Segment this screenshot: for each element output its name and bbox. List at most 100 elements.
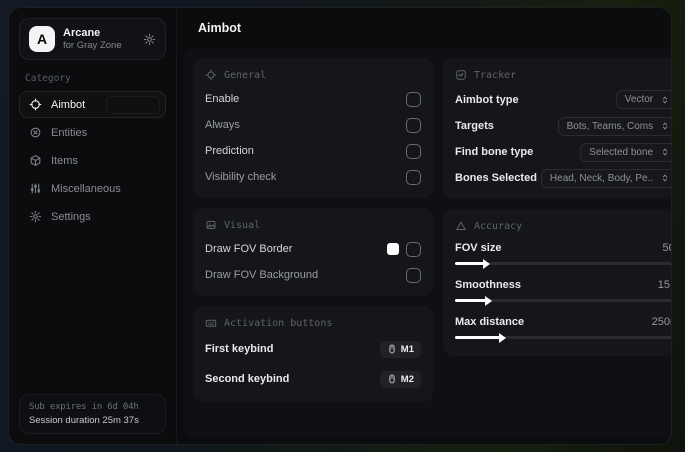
category-label: Category: [25, 73, 71, 84]
general-card: General Enable Always Prediction Visibil…: [193, 58, 433, 198]
tracker-card-header: Tracker: [455, 69, 671, 81]
sidebar-item-settings[interactable]: Settings: [19, 203, 166, 230]
keybind-value: M1: [400, 343, 414, 355]
visual-card: Visual Draw FOV Border Draw FOV Backgrou…: [193, 208, 433, 296]
enable-checkbox[interactable]: [406, 91, 421, 107]
find-bone-type-dropdown[interactable]: Selected bone: [580, 142, 671, 162]
setting-row-prediction: Prediction: [205, 138, 421, 164]
max-distance-setting: Max distance 250m: [455, 311, 671, 343]
targets-dropdown[interactable]: Bots, Teams, Coms: [557, 116, 671, 136]
keyboard-icon: [205, 317, 217, 329]
sort-arrows-icon: [660, 147, 670, 157]
triangle-icon: [455, 220, 467, 232]
setting-row-find-bone-type: Find bone type Selected bone: [455, 139, 671, 165]
slider-fill[interactable]: [455, 332, 506, 343]
setting-row-visibility-check: Visibility check: [205, 164, 421, 190]
right-column: Tracker Aimbot type Vector Targets Bots,…: [443, 58, 671, 356]
crosshair-icon: [29, 98, 42, 111]
smoothness-setting: Smoothness 15.0: [455, 274, 671, 306]
gear-icon[interactable]: [143, 33, 156, 46]
sliders-icon: [29, 182, 42, 195]
sidebar-item-label: Settings: [51, 210, 91, 223]
tracker-card: Tracker Aimbot type Vector Targets Bots,…: [443, 58, 671, 199]
activation-card-header: Activation buttons: [205, 317, 421, 329]
setting-row-draw-fov-background: Draw FOV Background: [205, 262, 421, 288]
setting-label: Targets: [455, 120, 494, 132]
dropdown-value: Vector: [624, 94, 654, 105]
first-keybind-button[interactable]: M1: [379, 340, 421, 358]
sidebar-item-label: Miscellaneous: [51, 182, 121, 195]
dropdown-value: Bots, Teams, Coms: [566, 120, 654, 132]
sidebar-item-entities[interactable]: Entities: [19, 119, 166, 146]
always-checkbox[interactable]: [406, 117, 421, 133]
setting-label: Always: [205, 119, 240, 131]
card-title: Accuracy: [474, 220, 523, 232]
sidebar-item-miscellaneous[interactable]: Miscellaneous: [19, 175, 166, 202]
aimbot-type-dropdown[interactable]: Vector: [615, 90, 671, 109]
card-title: Visual: [224, 219, 261, 231]
setting-row-targets: Targets Bots, Teams, Coms: [455, 113, 671, 139]
desktop-background: { "window": { "title": "Aimbot" }, "bran…: [0, 0, 685, 452]
setting-label: Visibility check: [205, 171, 277, 183]
slider-value: 250m: [651, 315, 671, 328]
setting-row-aimbot-type: Aimbot type Vector: [455, 86, 671, 113]
setting-label: Second keybind: [205, 373, 290, 385]
slider-fill[interactable]: [455, 295, 493, 306]
dropdown-value: Head, Neck, Body, Pe..: [549, 172, 654, 184]
sub-expires-text: Sub expires in 6d 04h: [29, 402, 139, 412]
setting-label: Find bone type: [455, 146, 534, 158]
setting-row-first-keybind: First keybind M1: [205, 334, 421, 364]
draw-fov-background-checkbox[interactable]: [406, 267, 421, 283]
setting-label: Draw FOV Background: [205, 269, 319, 281]
accuracy-card: Accuracy FOV size 50° Smoothness: [443, 209, 671, 356]
setting-label: Prediction: [205, 145, 254, 157]
prediction-checkbox[interactable]: [406, 143, 421, 159]
sort-arrows-icon: [660, 121, 670, 131]
setting-row-always: Always: [205, 112, 421, 138]
max-distance-slider[interactable]: [455, 332, 671, 343]
sidebar-item-aimbot[interactable]: Aimbot: [19, 91, 166, 118]
visual-card-header: Visual: [205, 219, 421, 231]
setting-label: Aimbot type: [455, 93, 519, 106]
sort-arrows-icon: [660, 173, 670, 183]
sidebar-item-items[interactable]: Items: [19, 147, 166, 174]
visibility-check-checkbox[interactable]: [406, 169, 421, 185]
entities-icon: [29, 126, 42, 139]
setting-label: First keybind: [205, 343, 274, 355]
image-icon: [205, 219, 217, 231]
app-window: A Arcane for Gray Zone Category Aimbot E…: [8, 7, 672, 445]
second-keybind-button[interactable]: M2: [379, 370, 421, 388]
fov-border-color-swatch[interactable]: [387, 243, 399, 255]
card-title: Tracker: [474, 69, 517, 81]
setting-label: Enable: [205, 93, 240, 105]
activity-icon: [455, 69, 467, 81]
setting-row-bones-selected: Bones Selected Head, Neck, Body, Pe..: [455, 165, 671, 191]
setting-label: Max distance: [455, 315, 525, 328]
brand-name: Arcane: [63, 27, 101, 39]
fov-size-slider[interactable]: [455, 258, 671, 269]
general-card-header: General: [205, 69, 421, 81]
bones-selected-dropdown[interactable]: Head, Neck, Body, Pe..: [540, 168, 671, 188]
dropdown-value: Selected bone: [589, 146, 654, 158]
package-icon: [29, 154, 42, 167]
smoothness-slider[interactable]: [455, 295, 671, 306]
mouse-icon: [387, 344, 397, 354]
accuracy-card-header: Accuracy: [455, 220, 671, 232]
sidebar: A Arcane for Gray Zone Category Aimbot E…: [9, 8, 177, 444]
brand-text: Arcane for Gray Zone: [63, 27, 122, 51]
main-area: Aimbot General Enable Always Prediction …: [177, 8, 671, 444]
crosshair-icon: [205, 69, 217, 81]
fov-size-setting: FOV size 50°: [455, 237, 671, 269]
content-panel: General Enable Always Prediction Visibil…: [183, 48, 671, 438]
draw-fov-border-checkbox[interactable]: [406, 241, 421, 257]
activation-buttons-card: Activation buttons First keybind M1 Seco…: [193, 306, 433, 402]
card-title: General: [224, 69, 267, 81]
main-header: Aimbot: [177, 8, 671, 48]
slider-fill[interactable]: [455, 258, 491, 269]
setting-row-draw-fov-border: Draw FOV Border: [205, 236, 421, 262]
card-title: Activation buttons: [224, 317, 333, 329]
setting-row-second-keybind: Second keybind M2: [205, 364, 421, 394]
gear-icon: [29, 210, 42, 223]
setting-row-enable: Enable: [205, 86, 421, 112]
mouse-icon: [387, 374, 397, 384]
